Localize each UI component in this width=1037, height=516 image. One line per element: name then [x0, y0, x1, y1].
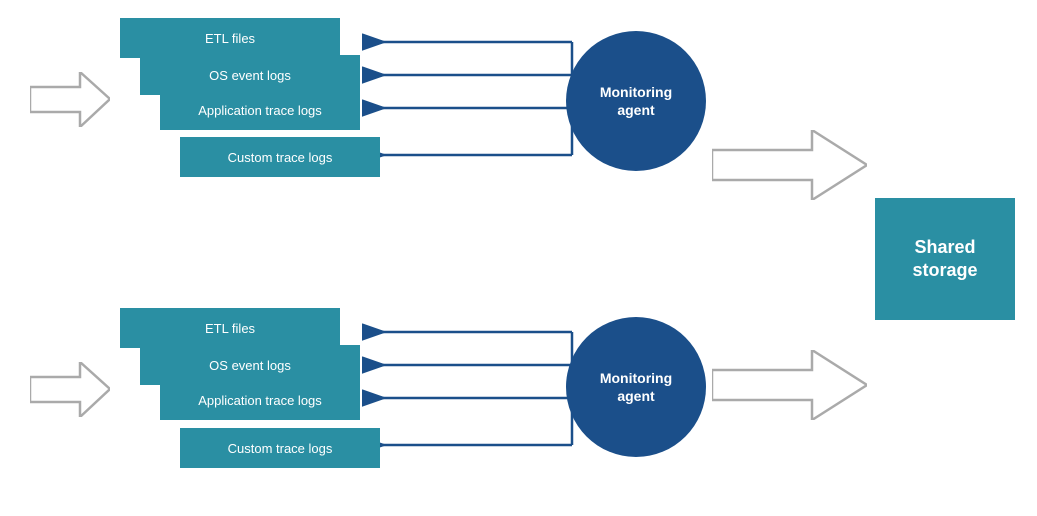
app-trace-logs-bottom: Application trace logs	[160, 380, 360, 420]
os-event-logs-top: OS event logs	[140, 55, 360, 95]
os-event-logs-bottom: OS event logs	[140, 345, 360, 385]
etl-files-top: ETL files	[120, 18, 340, 58]
agent-to-storage-arrow-top	[712, 130, 867, 200]
agent-to-storage-arrow-bottom	[712, 350, 867, 420]
etl-files-bottom: ETL files	[120, 308, 340, 348]
shared-storage: Sharedstorage	[875, 198, 1015, 320]
monitoring-agent-bottom: Monitoringagent	[566, 317, 706, 457]
custom-trace-logs-top: Custom trace logs	[180, 137, 380, 177]
monitoring-agent-top: Monitoringagent	[566, 31, 706, 171]
app-trace-logs-top: Application trace logs	[160, 90, 360, 130]
input-arrow-top	[30, 72, 110, 127]
diagram: ETL files OS event logs Application trac…	[0, 0, 1037, 516]
input-arrow-bottom	[30, 362, 110, 417]
custom-trace-logs-bottom: Custom trace logs	[180, 428, 380, 468]
